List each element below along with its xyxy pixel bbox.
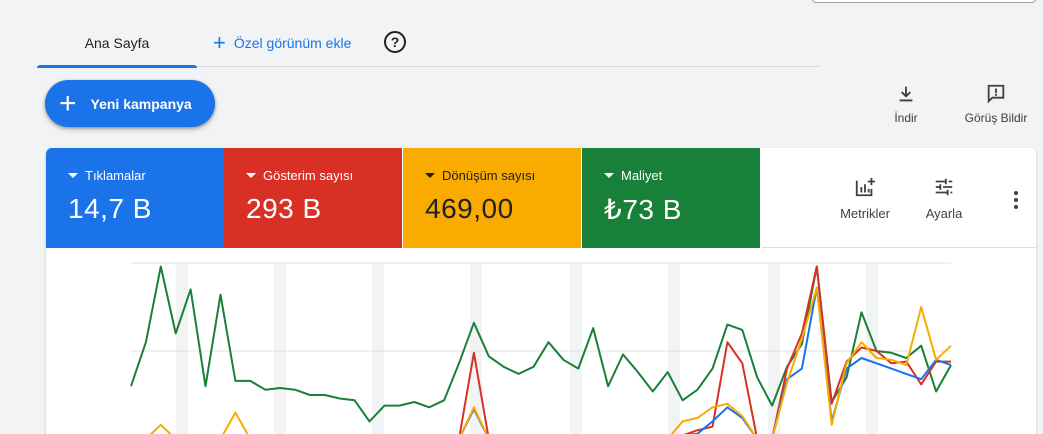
performance-line-chart bbox=[130, 262, 952, 434]
metric-cost[interactable]: Maliyet ₺73 B bbox=[582, 148, 760, 248]
weekend-band bbox=[570, 263, 582, 434]
tab-home[interactable]: Ana Sayfa bbox=[37, 18, 197, 68]
feedback-icon bbox=[987, 84, 1005, 104]
download-icon bbox=[899, 86, 913, 102]
weekend-band bbox=[274, 263, 286, 434]
feedback-button[interactable]: Görüş Bildir bbox=[956, 83, 1036, 125]
metric-clicks[interactable]: Tıklamalar 14,7 B bbox=[46, 148, 224, 248]
metric-impressions[interactable]: Gösterim sayısı 293 B bbox=[224, 148, 402, 248]
help-icon[interactable]: ? bbox=[384, 31, 406, 53]
performance-card: Tıklamalar 14,7 B Gösterim sayısı 293 B … bbox=[46, 148, 1036, 434]
card-toolbar: Metrikler Ayarla bbox=[762, 148, 1036, 248]
caret-down-icon bbox=[68, 173, 78, 178]
more-options-button[interactable] bbox=[1012, 190, 1020, 218]
top-search-field[interactable] bbox=[812, 0, 1036, 3]
more-vert-icon bbox=[1014, 191, 1018, 209]
plus-icon: + bbox=[59, 86, 77, 120]
plus-icon: + bbox=[213, 29, 226, 55]
new-campaign-button[interactable]: + Yeni kampanya bbox=[45, 80, 215, 127]
caret-down-icon bbox=[246, 173, 256, 178]
adjust-button[interactable]: Ayarla bbox=[922, 176, 966, 221]
series-line-1 bbox=[458, 265, 951, 434]
metrics-button[interactable]: Metrikler bbox=[834, 176, 896, 221]
download-button[interactable]: İndir bbox=[878, 83, 934, 125]
view-tabs: Ana Sayfa + Özel görünüm ekle ? bbox=[37, 18, 820, 68]
caret-down-icon bbox=[604, 173, 614, 178]
weekend-band bbox=[668, 263, 680, 434]
weekend-band bbox=[176, 263, 188, 434]
caret-down-icon bbox=[425, 173, 435, 178]
metric-conversions[interactable]: Dönüşüm sayısı 469,00 bbox=[403, 148, 581, 248]
add-chart-icon bbox=[855, 177, 876, 197]
weekend-band bbox=[470, 263, 482, 434]
add-custom-view-button[interactable]: + Özel görünüm ekle bbox=[213, 18, 351, 67]
tune-icon bbox=[935, 178, 953, 196]
